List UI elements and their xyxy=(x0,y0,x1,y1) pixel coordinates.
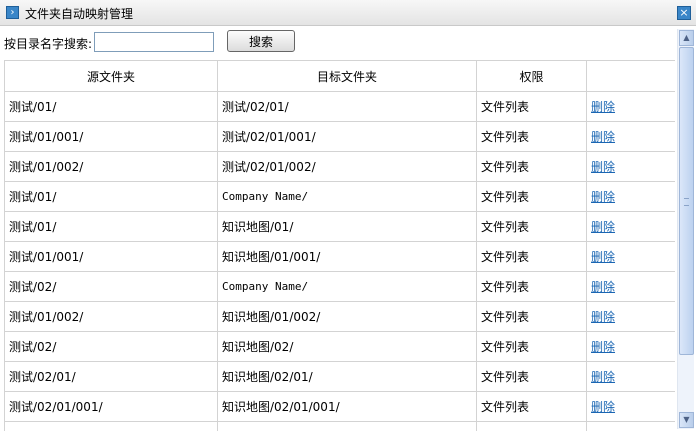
delete-link[interactable]: 删除 xyxy=(591,130,615,144)
vertical-scrollbar[interactable]: ▲ ▼ xyxy=(677,29,694,429)
cell-action: 删除 xyxy=(586,121,675,152)
cell-source: 测试/02/ xyxy=(4,271,218,302)
cell-source xyxy=(4,421,218,431)
cell-action: 删除 xyxy=(586,361,675,392)
cell-permission: 文件列表 xyxy=(476,301,587,332)
table-row: 测试/02/01/001/知识地图/02/01/001/文件列表 删除 xyxy=(4,391,675,422)
arrow-right-icon: › xyxy=(6,6,19,19)
delete-link[interactable]: 删除 xyxy=(591,160,615,174)
cell-permission: 文件列表 xyxy=(476,391,587,422)
cell-permission: 文件列表 xyxy=(476,121,587,152)
cell-target: Company Name/ xyxy=(217,181,477,212)
cell-action: 删除 xyxy=(586,331,675,362)
table-row: 测试/01/Company Name/文件列表 删除 xyxy=(4,181,675,212)
cell-permission: 文件列表 xyxy=(476,211,587,242)
delete-link[interactable]: 删除 xyxy=(591,220,615,234)
cell-target: 测试/02/01/ xyxy=(217,91,477,122)
column-header-target: 目标文件夹 xyxy=(217,60,477,92)
cell-permission: 文件列表 xyxy=(476,361,587,392)
table-row xyxy=(4,421,675,431)
cell-action: 删除 xyxy=(586,181,675,212)
cell-target: 知识地图/02/ xyxy=(217,331,477,362)
cell-source: 测试/02/01/001/ xyxy=(4,391,218,422)
table-row: 测试/01/001/知识地图/01/001/文件列表 删除 xyxy=(4,241,675,272)
table-row: 测试/01/测试/02/01/文件列表 删除 xyxy=(4,91,675,122)
cell-source: 测试/01/002/ xyxy=(4,301,218,332)
table-row: 测试/01/001/测试/02/01/001/文件列表 删除 xyxy=(4,121,675,152)
scroll-down-icon[interactable]: ▼ xyxy=(679,412,694,428)
delete-link[interactable]: 删除 xyxy=(591,250,615,264)
cell-action: 删除 xyxy=(586,271,675,302)
search-button[interactable]: 搜索 xyxy=(227,30,295,52)
cell-permission: 文件列表 xyxy=(476,331,587,362)
cell-target: Company Name/ xyxy=(217,271,477,302)
cell-action: 删除 xyxy=(586,151,675,182)
cell-target: 知识地图/01/001/ xyxy=(217,241,477,272)
delete-link[interactable]: 删除 xyxy=(591,280,615,294)
delete-link[interactable]: 删除 xyxy=(591,400,615,414)
cell-permission: 文件列表 xyxy=(476,181,587,212)
search-label: 按目录名字搜索: xyxy=(4,37,93,51)
delete-link[interactable]: 删除 xyxy=(591,190,615,204)
cell-target: 知识地图/01/ xyxy=(217,211,477,242)
mapping-table: 源文件夹 目标文件夹 权限 测试/01/测试/02/01/文件列表 删除 测试/01… xyxy=(4,60,675,431)
cell-target: 知识地图/02/01/001/ xyxy=(217,391,477,422)
mapping-table-container: 源文件夹 目标文件夹 权限 测试/01/测试/02/01/文件列表 删除 测试/01… xyxy=(4,60,675,431)
cell-source: 测试/01/ xyxy=(4,91,218,122)
cell-source: 测试/01/ xyxy=(4,211,218,242)
cell-target: 测试/02/01/001/ xyxy=(217,121,477,152)
title-bar: › 文件夹自动映射管理 × xyxy=(0,0,696,26)
table-row: 测试/01/知识地图/01/文件列表 删除 xyxy=(4,211,675,242)
column-header-permission: 权限 xyxy=(476,60,587,92)
cell-source: 测试/02/ xyxy=(4,331,218,362)
column-header-action xyxy=(586,60,675,92)
window-title: 文件夹自动映射管理 xyxy=(25,7,134,21)
cell-source: 测试/01/ xyxy=(4,181,218,212)
cell-action xyxy=(586,421,675,431)
scroll-up-icon[interactable]: ▲ xyxy=(679,30,694,46)
cell-action: 删除 xyxy=(586,91,675,122)
cell-target: 知识地图/01/002/ xyxy=(217,301,477,332)
cell-target xyxy=(217,421,477,431)
cell-action: 删除 xyxy=(586,391,675,422)
delete-link[interactable]: 删除 xyxy=(591,340,615,354)
close-icon[interactable]: × xyxy=(677,6,691,20)
table-row: 测试/01/002/知识地图/01/002/文件列表 删除 xyxy=(4,301,675,332)
cell-source: 测试/02/01/ xyxy=(4,361,218,392)
cell-permission xyxy=(476,421,587,431)
table-row: 测试/02/Company Name/文件列表 删除 xyxy=(4,271,675,302)
cell-permission: 文件列表 xyxy=(476,91,587,122)
cell-source: 测试/01/001/ xyxy=(4,121,218,152)
cell-target: 测试/02/01/002/ xyxy=(217,151,477,182)
delete-link[interactable]: 删除 xyxy=(591,370,615,384)
cell-permission: 文件列表 xyxy=(476,151,587,182)
column-header-source: 源文件夹 xyxy=(4,60,218,92)
table-row: 测试/01/002/测试/02/01/002/文件列表 删除 xyxy=(4,151,675,182)
cell-source: 测试/01/002/ xyxy=(4,151,218,182)
table-header-row: 源文件夹 目标文件夹 权限 xyxy=(4,60,675,92)
delete-link[interactable]: 删除 xyxy=(591,310,615,324)
search-input[interactable] xyxy=(94,32,214,52)
cell-source: 测试/01/001/ xyxy=(4,241,218,272)
table-row: 测试/02/知识地图/02/文件列表 删除 xyxy=(4,331,675,362)
delete-link[interactable]: 删除 xyxy=(591,100,615,114)
table-row: 测试/02/01/知识地图/02/01/文件列表 删除 xyxy=(4,361,675,392)
cell-permission: 文件列表 xyxy=(476,241,587,272)
cell-action: 删除 xyxy=(586,301,675,332)
cell-target: 知识地图/02/01/ xyxy=(217,361,477,392)
cell-action: 删除 xyxy=(586,211,675,242)
cell-action: 删除 xyxy=(586,241,675,272)
scroll-thumb[interactable] xyxy=(679,47,694,355)
cell-permission: 文件列表 xyxy=(476,271,587,302)
